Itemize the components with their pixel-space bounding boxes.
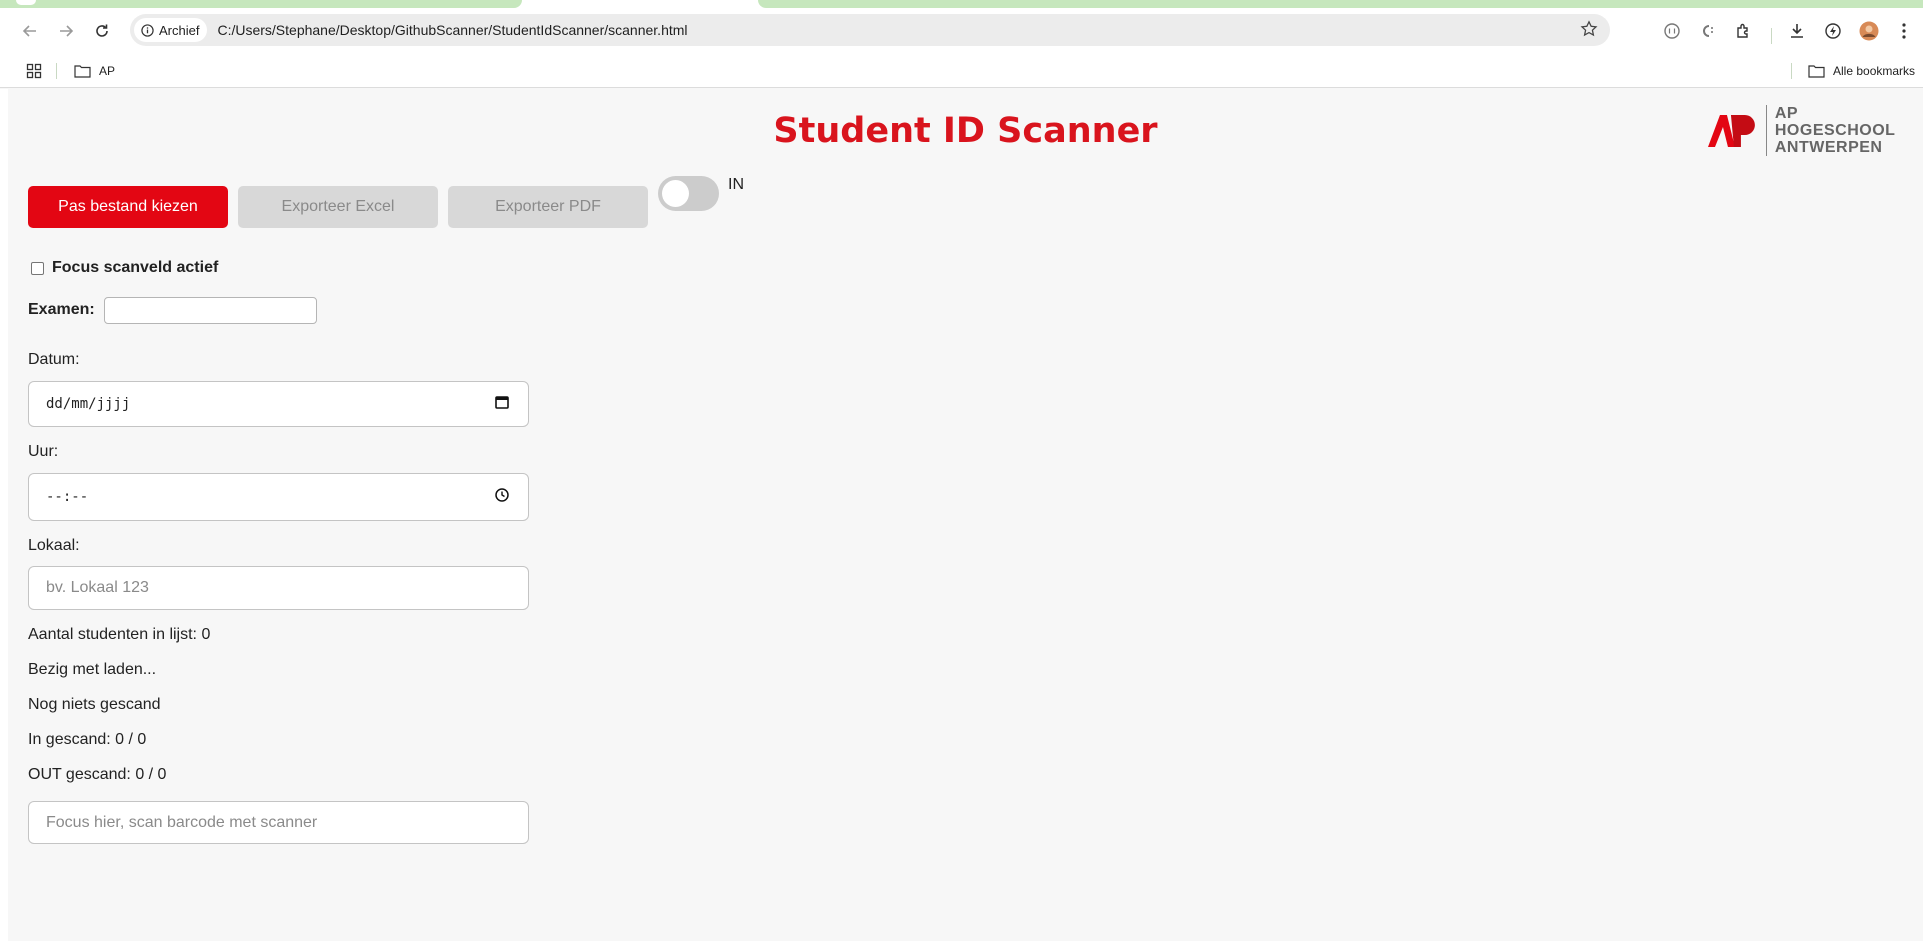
toggle-label: IN [728, 176, 744, 193]
ap-logo-text: AP HOGESCHOOL ANTWERPEN [1765, 105, 1923, 156]
loading-status-text: Bezig met laden... [28, 661, 157, 678]
back-button[interactable] [19, 20, 41, 42]
all-bookmarks-button[interactable]: Alle bookmarks [1808, 54, 1915, 88]
scan-input-placeholder: Focus hier, scan barcode met scanner [46, 813, 318, 831]
toolbar-divider [1771, 28, 1772, 44]
reload-button[interactable] [91, 20, 113, 42]
tab-left[interactable] [0, 0, 522, 8]
site-info-label: Archief [159, 22, 200, 38]
forward-button[interactable] [55, 20, 77, 42]
bookmark-folder-ap[interactable]: AP [74, 54, 115, 88]
code-icon [1703, 25, 1713, 37]
performance-button[interactable] [1822, 20, 1844, 42]
last-scan-text: Nog niets gescand [28, 696, 161, 713]
extension-button-1[interactable] [1661, 20, 1683, 42]
url-text: C:/Users/Stephane/Desktop/GithubScanner/… [217, 22, 688, 38]
tab-right[interactable] [758, 0, 1923, 8]
arrow-right-icon [60, 25, 74, 37]
uur-value: --:-- [46, 489, 89, 505]
in-out-toggle[interactable] [658, 176, 719, 211]
page: Student ID Scanner AP HOGESCHOOL ANTWERP… [8, 89, 1923, 941]
all-bookmarks-label: Alle bookmarks [1833, 64, 1916, 78]
toggle-knob [662, 180, 689, 207]
examen-label: Examen: [28, 301, 95, 318]
logo-line-2: ANTWERPEN [1774, 139, 1883, 156]
bookmark-star-button[interactable] [1580, 20, 1598, 43]
examen-input[interactable] [104, 297, 317, 324]
scan-input[interactable]: Focus hier, scan barcode met scanner [28, 801, 529, 844]
downloads-button[interactable] [1786, 20, 1808, 42]
lokaal-placeholder: bv. Lokaal 123 [46, 579, 149, 596]
profile-avatar[interactable] [1858, 20, 1880, 42]
bookmarks-divider [56, 63, 57, 79]
export-pdf-button[interactable]: Exporteer PDF [448, 186, 648, 228]
clock-icon[interactable] [494, 487, 510, 507]
info-icon [141, 23, 154, 37]
site-info-chip[interactable]: Archief [134, 18, 208, 42]
lokaal-label: Lokaal: [28, 537, 80, 554]
folder-icon [1808, 65, 1825, 78]
calendar-icon[interactable] [494, 394, 510, 414]
browser-menu-button[interactable] [1893, 20, 1915, 42]
kebab-menu-icon [1902, 23, 1906, 39]
datum-value: dd/mm/jjjj [46, 396, 131, 412]
arrow-left-icon [22, 25, 36, 37]
lens-icon [1664, 23, 1680, 39]
page-left-edge [0, 89, 8, 941]
extension-button-2[interactable] [1696, 20, 1718, 42]
reload-icon [96, 24, 108, 37]
avatar-icon [1859, 21, 1879, 41]
apps-button[interactable] [26, 54, 42, 88]
puzzle-icon [1737, 23, 1748, 38]
star-icon [1580, 20, 1598, 37]
student-count-text: Aantal studenten in lijst: 0 [28, 626, 211, 643]
bookmarks-bar: AP Alle bookmarks [0, 54, 1923, 88]
uur-label: Uur: [28, 443, 59, 460]
ap-logo: AP HOGESCHOOL ANTWERPEN [1708, 105, 1923, 156]
browser-toolbar: Archief C:/Users/Stephane/Desktop/Github… [0, 8, 1923, 54]
address-bar[interactable]: Archief C:/Users/Stephane/Desktop/Github… [130, 14, 1610, 46]
datum-input[interactable]: dd/mm/jjjj [28, 381, 529, 427]
apps-grid-icon [26, 63, 42, 79]
ap-logo-mark-icon [1708, 114, 1755, 147]
choose-file-button[interactable]: Pas bestand kiezen [28, 186, 228, 228]
bookmarks-divider-right [1791, 63, 1792, 79]
uur-input[interactable]: --:-- [28, 473, 529, 521]
export-excel-button[interactable]: Exporteer Excel [238, 186, 438, 228]
in-scanned-text: In gescand: 0 / 0 [28, 731, 147, 748]
tab-favicon [16, 0, 36, 5]
logo-line-1: AP HOGESCHOOL [1774, 105, 1896, 139]
extensions-button[interactable] [1733, 20, 1755, 42]
datum-label: Datum: [28, 351, 80, 368]
folder-icon [74, 65, 91, 78]
focus-checkbox-label: Focus scanveld actief [52, 259, 219, 276]
bolt-circle-icon [1825, 23, 1841, 39]
lokaal-input[interactable]: bv. Lokaal 123 [28, 566, 529, 610]
out-scanned-text: OUT gescand: 0 / 0 [28, 766, 167, 783]
download-icon [1791, 24, 1803, 38]
bookmark-folder-label: AP [99, 64, 116, 78]
tab-strip [0, 0, 1923, 8]
focus-checkbox[interactable] [31, 261, 44, 275]
focus-checkbox-row: Focus scanveld actief [31, 259, 218, 277]
page-title: Student ID Scanner [773, 111, 1158, 151]
